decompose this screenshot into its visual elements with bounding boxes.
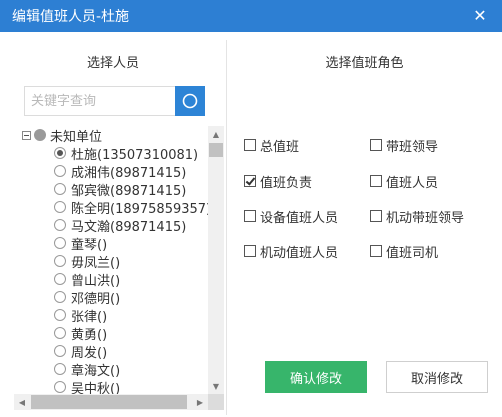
vertical-scrollbar[interactable]: ▲ ▼ <box>208 126 224 394</box>
panel-divider <box>226 40 227 415</box>
search-button[interactable] <box>175 86 205 116</box>
tree-item-label: 杜施(13507310081) <box>71 147 199 163</box>
tree-item[interactable]: 吴中秋() <box>54 378 120 394</box>
scrollbar-corner <box>208 394 224 410</box>
scroll-left-icon[interactable]: ◀ <box>14 394 30 410</box>
radio-icon[interactable] <box>54 201 66 213</box>
tree-item[interactable]: 成湘伟(89871415) <box>54 162 187 181</box>
tree-item-label: 章海文() <box>71 363 121 379</box>
role-label: 值班人员 <box>386 175 439 191</box>
window-title: 编辑值班人员-杜施 <box>12 9 130 25</box>
checkbox-icon[interactable] <box>244 245 256 257</box>
checkbox-icon[interactable] <box>244 139 256 151</box>
scroll-up-icon[interactable]: ▲ <box>208 126 224 142</box>
radio-icon[interactable] <box>54 327 66 339</box>
role-option[interactable]: 值班人员 <box>370 171 438 191</box>
tree-item-label: 成湘伟(89871415) <box>71 165 187 181</box>
radio-icon[interactable] <box>54 183 66 195</box>
window-titlebar: 编辑值班人员-杜施 ✕ <box>0 0 502 32</box>
tree-item[interactable]: 周发() <box>54 342 108 361</box>
radio-icon[interactable] <box>54 291 66 303</box>
close-icon[interactable]: ✕ <box>472 8 488 24</box>
role-label: 带班领导 <box>386 139 439 155</box>
tree-item[interactable]: 毋凤兰() <box>54 252 121 271</box>
tree-item[interactable]: 张律() <box>54 306 108 325</box>
tree-root-node[interactable]: 未知单位 <box>22 126 103 145</box>
tree-item-label: 黄勇() <box>71 327 108 343</box>
scroll-right-icon[interactable]: ▶ <box>192 394 208 410</box>
tree-item[interactable]: 杜施(13507310081) <box>54 144 199 163</box>
search-input[interactable] <box>24 86 176 116</box>
radio-icon[interactable] <box>54 345 66 357</box>
role-option[interactable]: 机动带班领导 <box>370 206 464 226</box>
tree-item-label: 曾山洪() <box>71 273 121 289</box>
radio-icon[interactable] <box>54 363 66 375</box>
vertical-scroll-thumb[interactable] <box>209 143 223 157</box>
collapse-icon[interactable] <box>22 130 31 140</box>
root-radio-icon <box>34 129 46 141</box>
tree-root-label: 未知单位 <box>50 129 103 145</box>
tree-item-label: 邹宾微(89871415) <box>71 183 187 199</box>
role-label: 设备值班人员 <box>260 210 339 226</box>
tree-item-label: 陈全明(18975859357) <box>71 201 208 217</box>
checkbox-checked-icon[interactable] <box>244 175 256 187</box>
scroll-down-icon[interactable]: ▼ <box>208 378 224 394</box>
tree-item-label: 马文瀚(89871415) <box>71 219 187 235</box>
role-option[interactable]: 机动值班人员 <box>244 241 338 261</box>
radio-icon[interactable] <box>54 273 66 285</box>
tree-item[interactable]: 陈全明(18975859357) <box>54 198 208 217</box>
tree-item-label: 周发() <box>71 345 108 361</box>
tree-item-label: 吴中秋() <box>71 381 121 395</box>
left-panel-title: 选择人员 <box>86 56 139 71</box>
role-option[interactable]: 总值班 <box>244 135 299 155</box>
tree-item-label: 邓德明() <box>71 291 121 307</box>
horizontal-scroll-thumb[interactable] <box>31 395 187 409</box>
checkbox-icon[interactable] <box>370 245 382 257</box>
search-icon <box>182 93 198 109</box>
tree-item[interactable]: 曾山洪() <box>54 270 121 289</box>
role-option[interactable]: 值班负责 <box>244 171 312 191</box>
radio-icon[interactable] <box>54 381 66 393</box>
role-label: 值班负责 <box>260 175 313 191</box>
tree-item[interactable]: 邹宾微(89871415) <box>54 180 187 199</box>
checkbox-icon[interactable] <box>244 210 256 222</box>
tree-item[interactable]: 马文瀚(89871415) <box>54 216 187 235</box>
role-option[interactable]: 设备值班人员 <box>244 206 338 226</box>
right-panel-title: 选择值班角色 <box>325 56 404 71</box>
tree-item[interactable]: 黄勇() <box>54 324 108 343</box>
tree-item-label: 毋凤兰() <box>71 255 121 271</box>
checkbox-icon[interactable] <box>370 175 382 187</box>
checkbox-icon[interactable] <box>370 210 382 222</box>
radio-icon[interactable] <box>54 255 66 267</box>
checkbox-icon[interactable] <box>370 139 382 151</box>
tree-item[interactable]: 童琴() <box>54 234 108 253</box>
tree-item[interactable]: 邓德明() <box>54 288 121 307</box>
cancel-button[interactable]: 取消修改 <box>386 361 488 393</box>
role-label: 机动带班领导 <box>386 210 465 226</box>
horizontal-scrollbar[interactable]: ◀ ▶ <box>14 394 208 410</box>
radio-icon[interactable] <box>54 165 66 177</box>
tree-item[interactable]: 章海文() <box>54 360 121 379</box>
radio-icon[interactable] <box>54 237 66 249</box>
radio-icon[interactable] <box>54 309 66 321</box>
role-label: 总值班 <box>260 139 300 155</box>
role-option[interactable]: 带班领导 <box>370 135 438 155</box>
confirm-button[interactable]: 确认修改 <box>265 361 367 393</box>
tree-item-label: 童琴() <box>71 237 108 253</box>
role-label: 值班司机 <box>386 245 439 261</box>
role-option[interactable]: 值班司机 <box>370 241 438 261</box>
radio-icon[interactable] <box>54 219 66 231</box>
role-label: 机动值班人员 <box>260 245 339 261</box>
person-tree: 未知单位 杜施(13507310081) 成湘伟(89871415) 邹宾微(8… <box>14 126 208 394</box>
radio-checked-icon[interactable] <box>54 147 66 159</box>
tree-item-label: 张律() <box>71 309 108 325</box>
